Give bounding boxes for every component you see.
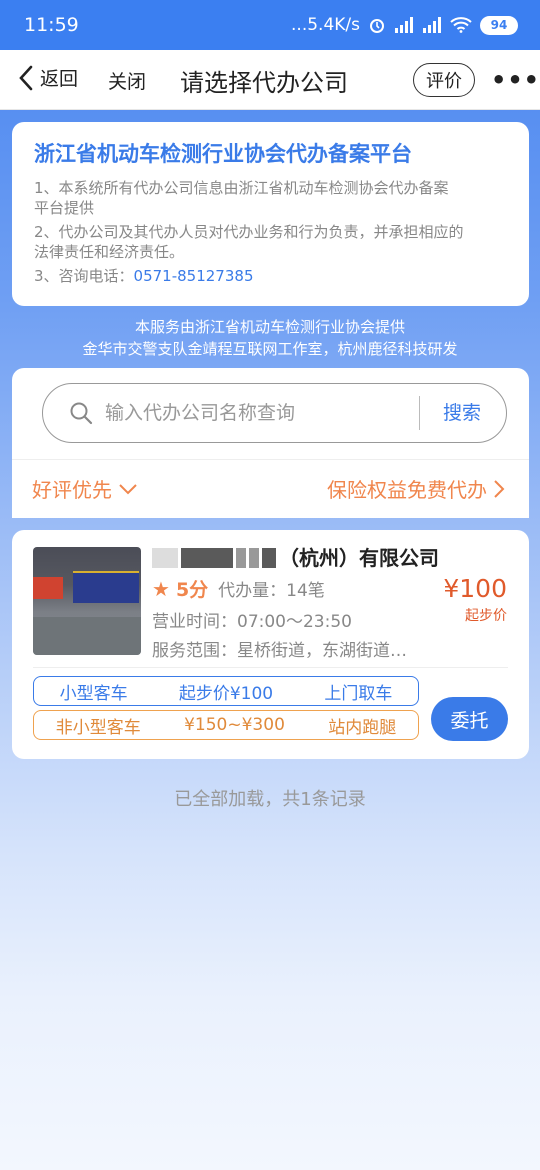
notice-line-2b: 法律责任和经济责任。 xyxy=(34,243,185,261)
consult-label: 3、咨询电话： xyxy=(34,267,134,285)
insurance-label: 保险权益免费代办 xyxy=(327,478,487,502)
notice-line-2: 2、代办公司及其代办人员对代办业务和行为负责，并承担相应的 法律责任和经济责任。 xyxy=(34,222,509,262)
entrust-button[interactable]: 委托 xyxy=(431,697,508,741)
list-end-text: 已全部加载，共1条记录 xyxy=(174,789,366,810)
notice-card: 浙江省机动车检测行业协会代办备案平台 1、本系统所有代办公司信息由浙江省机动车检… xyxy=(12,122,529,306)
notice-line-1b: 平台提供 xyxy=(34,199,95,217)
status-bar: 11:59 ...5.4K/s 94 xyxy=(0,0,540,50)
chevron-left-icon xyxy=(19,65,33,90)
tag-other-price: ¥150~¥300 xyxy=(184,715,285,735)
search-icon xyxy=(70,402,93,425)
search-box: 搜索 xyxy=(42,383,507,443)
card-divider xyxy=(33,667,508,668)
battery-icon: 94 xyxy=(480,15,518,35)
sort-label: 好评优先 xyxy=(32,478,112,502)
page-title: 请选择代办公司 xyxy=(180,69,348,97)
business-hours: 营业时间：07:00～23:50 xyxy=(152,612,352,632)
rate-button[interactable]: 评价 xyxy=(413,63,475,97)
provider-line-2: 金华市交警支队金靖程互联网工作室，杭州鹿径科技研发 xyxy=(82,340,458,358)
net-speed: ...5.4K/s xyxy=(291,15,360,35)
chevron-down-icon xyxy=(119,483,137,494)
notice-line-2a: 2、代办公司及其代办人员对代办业务和行为负责，并承担相应的 xyxy=(34,223,464,241)
price-block: ¥100 起步价 xyxy=(443,574,507,625)
order-count: 代办量：14笔 xyxy=(218,581,325,601)
more-menu-button[interactable]: ••• xyxy=(491,66,540,94)
company-photo xyxy=(33,547,141,655)
search-divider xyxy=(419,396,420,430)
notice-line-3: 3、咨询电话：0571-85127385 xyxy=(34,266,509,286)
sort-dropdown[interactable]: 好评优先 xyxy=(32,474,138,503)
wifi-icon xyxy=(450,17,472,33)
company-card[interactable]: （杭州）有限公司 ★ 5分 代办量：14笔 营业时间：07:00～23:50 服… xyxy=(12,530,529,759)
search-button[interactable]: 搜索 xyxy=(443,398,481,425)
tag-small-car: 小型客车 xyxy=(59,683,128,704)
notice-line-1a: 1、本系统所有代办公司信息由浙江省机动车检测协会代办备案 xyxy=(34,179,449,197)
insurance-link[interactable]: 保险权益免费代办 xyxy=(327,474,505,503)
close-button[interactable]: 关闭 xyxy=(108,67,146,94)
search-panel: 搜索 好评优先 保险权益免费代办 xyxy=(12,368,529,518)
small-car-tags: 小型客车 起步价¥100 上门取车 xyxy=(33,676,419,706)
phone-link[interactable]: 0571-85127385 xyxy=(134,267,254,285)
tag-pickup: 上门取车 xyxy=(324,683,393,704)
status-icons: ...5.4K/s 94 xyxy=(291,15,518,35)
other-car-tags: 非小型客车 ¥150~¥300 站内跑腿 xyxy=(33,710,419,740)
notice-line-1: 1、本系统所有代办公司信息由浙江省机动车检测协会代办备案 平台提供 xyxy=(34,178,509,218)
signal-hd-icon xyxy=(423,17,441,33)
search-input[interactable] xyxy=(105,396,405,430)
signal-icon xyxy=(395,17,413,33)
star-icon: ★ xyxy=(152,576,170,601)
back-button[interactable]: 返回 xyxy=(18,64,78,91)
chevron-right-icon xyxy=(494,479,505,498)
nav-bar: 返回 关闭 请选择代办公司 评价 ••• xyxy=(0,50,540,110)
starting-price-label: 起步价 xyxy=(465,608,507,624)
status-time: 11:59 xyxy=(24,14,79,36)
service-range: 服务范围：星桥街道，东湖街道… xyxy=(152,641,407,661)
tag-other-car: 非小型客车 xyxy=(55,717,141,738)
rating-row: ★ 5分 代办量：14笔 xyxy=(152,575,325,602)
rating-score: 5分 xyxy=(175,579,209,601)
provider-info: 本服务由浙江省机动车检测行业协会提供 金华市交警支队金靖程互联网工作室，杭州鹿径… xyxy=(0,316,540,360)
provider-line-1: 本服务由浙江省机动车检测行业协会提供 xyxy=(134,318,405,336)
filter-divider xyxy=(12,459,529,460)
tag-small-price: 起步价¥100 xyxy=(178,683,274,704)
starting-price: ¥100 xyxy=(443,574,507,603)
alarm-icon xyxy=(370,19,384,33)
tag-errand: 站内跑腿 xyxy=(328,717,397,738)
back-label: 返回 xyxy=(40,68,79,90)
company-name-text: （杭州）有限公司 xyxy=(279,546,439,570)
notice-title: 浙江省机动车检测行业协会代办备案平台 xyxy=(34,142,412,166)
company-name: （杭州）有限公司 xyxy=(152,542,439,571)
